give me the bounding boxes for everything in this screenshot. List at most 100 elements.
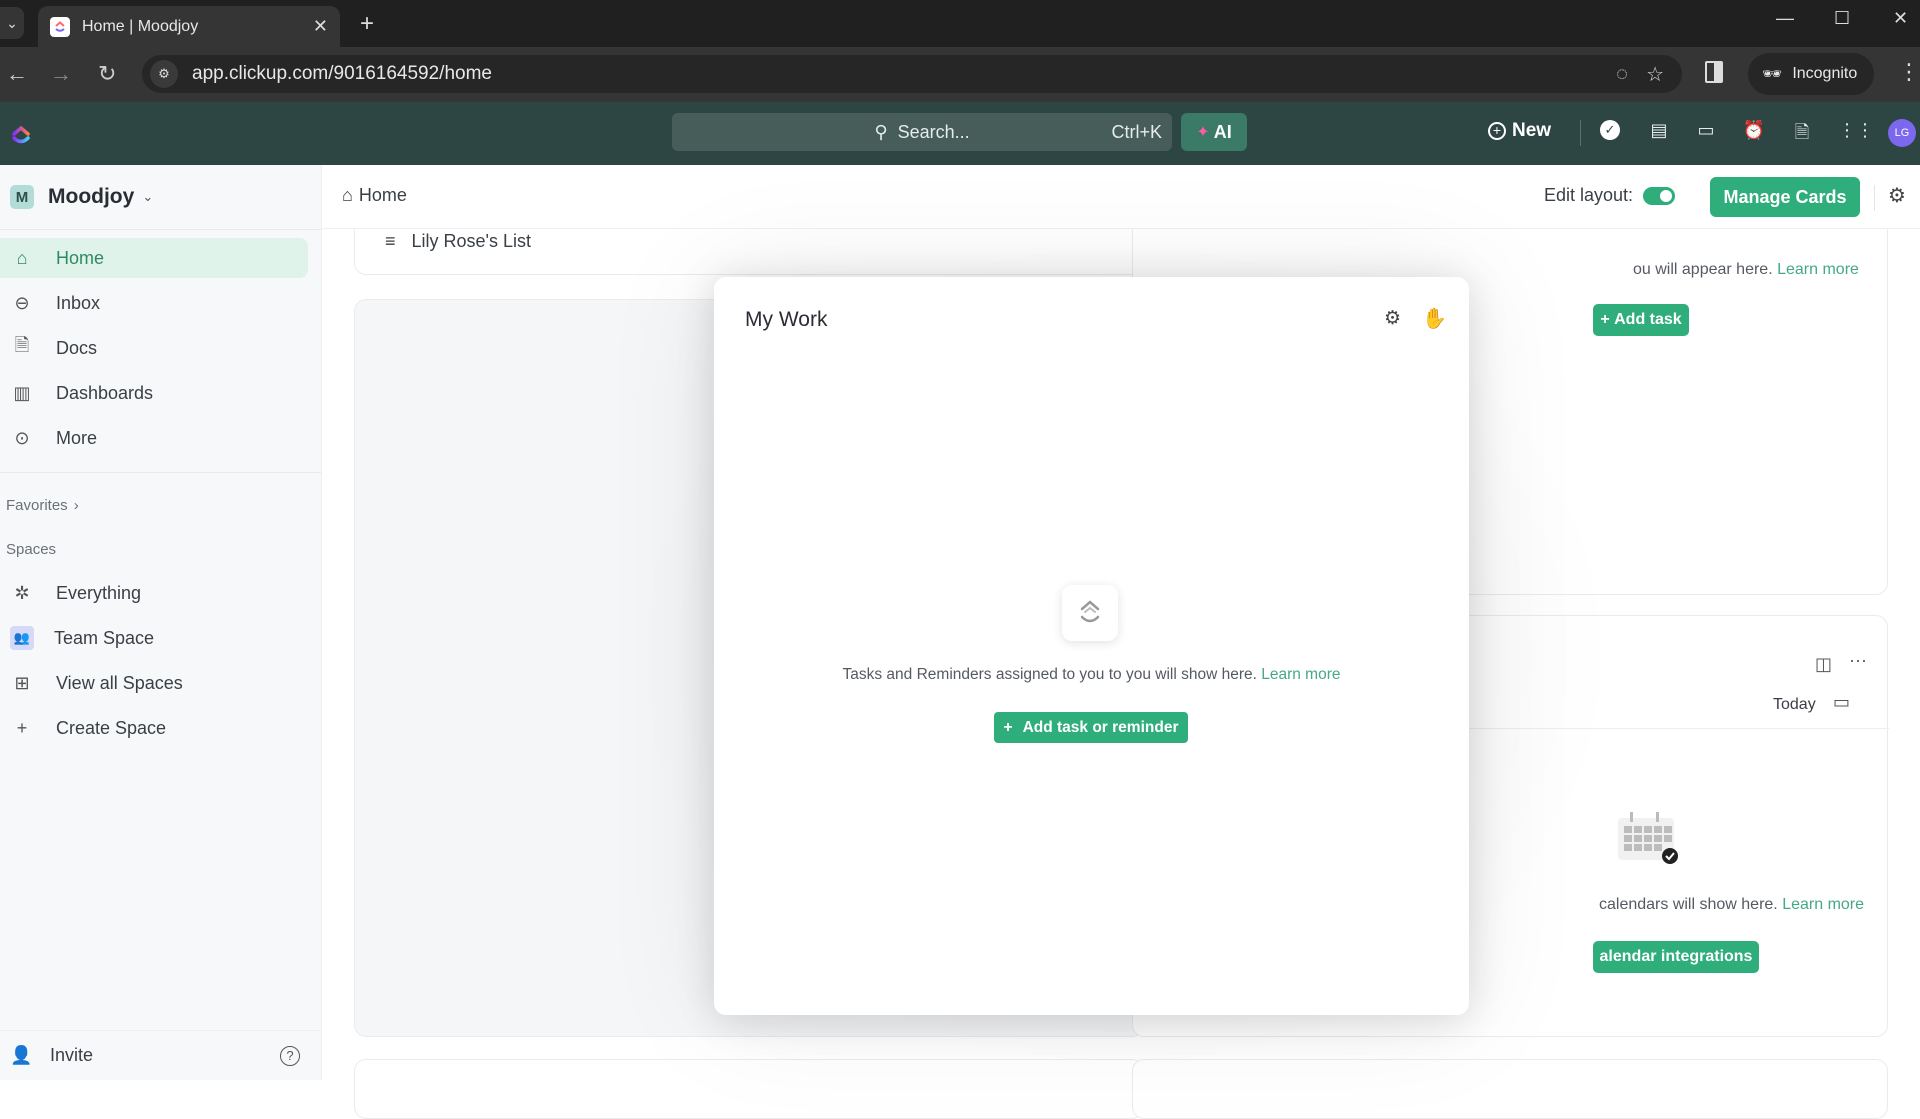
doc-icon[interactable]: 🗎 (1790, 120, 1814, 150)
sidebar-footer: 👤 Invite ? (0, 1030, 322, 1080)
my-tasks-check-icon[interactable]: ✓ (1600, 120, 1624, 140)
calendar-illustration-icon (1618, 812, 1678, 864)
reminder-alarm-icon[interactable]: ⏰ (1742, 120, 1766, 141)
sidebar-item-label: More (56, 427, 98, 448)
url-text[interactable]: app.clickup.com/9016164592/home (192, 63, 1616, 85)
tab-close-icon[interactable]: ✕ (313, 16, 328, 37)
search-shortcut: Ctrl+K (1111, 121, 1162, 142)
edit-layout-toggle[interactable] (1643, 186, 1676, 205)
settings-gear-icon[interactable]: ⚙ (1888, 183, 1906, 208)
dashboards-icon: ▥ (13, 382, 31, 403)
manage-cards-button[interactable]: Manage Cards (1710, 177, 1860, 217)
browser-menu-icon[interactable]: ⋮ (1898, 59, 1920, 85)
sidebar-item-label: View all Spaces (56, 672, 183, 693)
sidebar-item-everything[interactable]: ✲ Everything (0, 573, 308, 613)
main-header: ⌂ Home Edit layout: Manage Cards ⚙ (322, 165, 1920, 229)
plus-icon: + (1003, 718, 1013, 736)
tab-title: Home | Moodjoy (82, 17, 199, 35)
home-icon: ⌂ (342, 185, 353, 205)
side-panel-icon[interactable] (1705, 61, 1723, 83)
new-button[interactable]: + New (1488, 120, 1551, 142)
today-label[interactable]: Today (1773, 696, 1816, 714)
learn-more-link[interactable]: Learn more (1777, 261, 1859, 278)
search-input[interactable]: ⚲ Search... Ctrl+K (672, 113, 1172, 151)
sidebar-item-inbox[interactable]: ⊖ Inbox (0, 283, 308, 323)
workspace-switcher[interactable]: M Moodjoy ⌄ (0, 165, 321, 230)
list-item-label: Lily Rose's List (411, 231, 531, 251)
invite-button[interactable]: Invite (50, 1045, 93, 1066)
chevron-right-icon: › (73, 496, 79, 514)
apps-grid-icon[interactable]: ⋮⋮ (1838, 120, 1874, 141)
clickup-logo-icon[interactable] (10, 124, 32, 151)
video-clip-icon[interactable]: ▭ (1694, 120, 1718, 141)
chevron-down-icon: ⌄ (142, 189, 154, 204)
favorites-header[interactable]: Favorites › (0, 493, 321, 517)
tab-search-button[interactable]: ⌄ (0, 7, 24, 39)
favorites-label: Favorites (6, 496, 68, 514)
sidebar-item-dashboards[interactable]: ▥ Dashboards (0, 373, 308, 413)
browser-address-bar: ← → ↻ ⚙ app.clickup.com/9016164592/home … (0, 47, 1920, 102)
my-work-card[interactable]: My Work ⚙ ✋ Tasks and Reminders assigned… (714, 277, 1469, 1015)
sidebar-item-view-all-spaces[interactable]: ⊞ View all Spaces (0, 663, 308, 703)
list-item[interactable]: ≡ Lily Rose's List (385, 231, 531, 252)
reload-icon[interactable]: ↻ (98, 61, 116, 87)
calendar-integrations-button[interactable]: alendar integrations (1593, 941, 1759, 973)
card-settings-gear-icon[interactable]: ⚙ (1384, 307, 1401, 330)
add-task-or-reminder-button[interactable]: + Add task or reminder (994, 712, 1188, 743)
calendar-empty-text: calendars will show here. Learn more (1599, 896, 1865, 913)
calendar-icon[interactable]: ▭ (1833, 692, 1850, 713)
bookmark-star-icon[interactable]: ☆ (1646, 62, 1664, 87)
browser-tab[interactable]: Home | Moodjoy ✕ (38, 6, 340, 47)
search-placeholder: Search... (897, 121, 970, 142)
add-task-button[interactable]: + Add task (1593, 304, 1689, 336)
bottom-right-card (1132, 1059, 1888, 1119)
maximize-icon[interactable]: ☐ (1834, 8, 1850, 29)
team-icon: 👥 (10, 626, 34, 650)
spaces-header: Spaces (0, 537, 321, 561)
browser-tab-bar: ⌄ Home | Moodjoy ✕ + — ☐ ✕ (0, 0, 1920, 47)
breadcrumb[interactable]: ⌂ Home (342, 185, 407, 206)
sidebar-item-label: Inbox (56, 292, 101, 313)
new-tab-icon[interactable]: + (360, 10, 374, 38)
edit-layout-control: Edit layout: (1544, 185, 1676, 206)
search-icon: ⚲ (874, 121, 888, 142)
sidebar-item-team-space[interactable]: 👥 Team Space (0, 618, 308, 658)
close-window-icon[interactable]: ✕ (1893, 8, 1908, 29)
edit-layout-label: Edit layout: (1544, 185, 1634, 205)
workspace-avatar: M (10, 185, 34, 209)
docs-icon: 🗎 (14, 335, 30, 355)
minimize-icon[interactable]: — (1776, 8, 1794, 29)
new-label: New (1512, 120, 1552, 141)
site-settings-icon[interactable]: ⚙ (150, 60, 178, 88)
my-work-empty-text: Tasks and Reminders assigned to you to y… (842, 666, 1341, 683)
drag-hand-cursor-icon[interactable]: ✋ (1422, 306, 1447, 331)
eye-off-icon[interactable]: ◌ (1616, 63, 1628, 86)
ai-button[interactable]: ✦ AI (1181, 113, 1247, 151)
sidebar-item-home[interactable]: ⌂ Home (0, 238, 308, 278)
sidebar-item-label: Create Space (56, 717, 167, 738)
split-view-icon[interactable]: ◫ (1815, 654, 1832, 675)
incognito-label: Incognito (1792, 65, 1858, 82)
header-divider (1874, 185, 1875, 211)
user-avatar[interactable]: LG (1888, 119, 1916, 147)
back-icon[interactable]: ← (6, 61, 28, 87)
incognito-icon: 🕶 (1762, 66, 1783, 83)
learn-more-link[interactable]: Learn more (1261, 666, 1340, 683)
inbox-icon: ⊖ (14, 292, 30, 313)
more-icon: ⊙ (14, 427, 30, 448)
more-options-icon[interactable]: ··· (1849, 650, 1867, 671)
incognito-indicator[interactable]: 🕶 Incognito (1748, 53, 1874, 95)
home-icon: ⌂ (16, 247, 28, 268)
appbar-divider (1580, 120, 1581, 146)
sidebar-item-create-space[interactable]: + Create Space (0, 708, 308, 748)
help-icon[interactable]: ? (280, 1045, 300, 1066)
bottom-left-card (354, 1059, 1144, 1119)
sidebar-item-more[interactable]: ⊙ More (0, 418, 308, 458)
sidebar-divider (0, 472, 321, 473)
sidebar-item-docs[interactable]: 🗎 Docs (0, 328, 308, 368)
learn-more-link[interactable]: Learn more (1782, 896, 1864, 913)
forward-icon[interactable]: → (50, 61, 72, 87)
url-bar[interactable]: ⚙ app.clickup.com/9016164592/home ◌ ☆ (142, 55, 1682, 93)
grid-icon: ⊞ (14, 672, 30, 693)
notepad-icon[interactable]: ▤ (1647, 120, 1671, 141)
